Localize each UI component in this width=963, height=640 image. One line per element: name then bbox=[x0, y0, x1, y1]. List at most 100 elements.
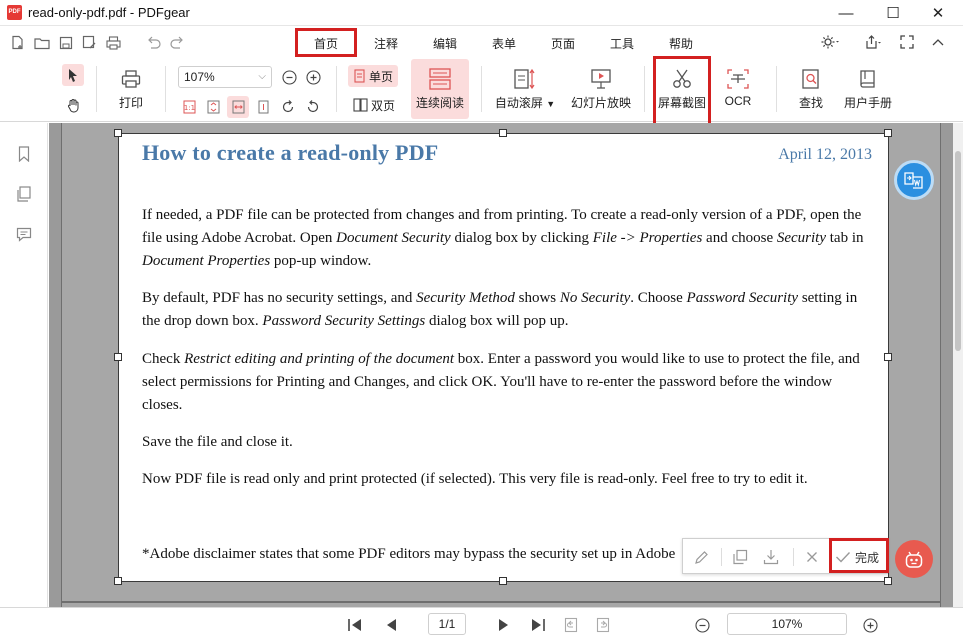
find-button[interactable]: 查找 bbox=[790, 64, 832, 118]
tab-page[interactable]: 页面 bbox=[543, 35, 583, 52]
app-logo-icon: PDF bbox=[7, 5, 22, 20]
document-date: April 12, 2013 bbox=[778, 146, 872, 163]
print-quick-icon[interactable] bbox=[105, 34, 122, 51]
left-sidebar bbox=[0, 123, 48, 622]
thumbnails-icon[interactable] bbox=[14, 184, 34, 204]
redo-icon[interactable] bbox=[169, 34, 186, 51]
window-title: read-only-pdf.pdf - PDFgear bbox=[28, 5, 190, 20]
user-manual-button[interactable]: 用户手册 bbox=[840, 64, 896, 118]
zoom-out-icon[interactable] bbox=[278, 66, 300, 88]
open-folder-icon[interactable] bbox=[33, 34, 50, 51]
paragraph-3: Check Restrict editing and printing of t… bbox=[142, 351, 860, 413]
tab-annotate[interactable]: 注释 bbox=[366, 35, 406, 52]
bookmark-icon[interactable] bbox=[14, 144, 34, 164]
paragraph-2: By default, PDF has no security settings… bbox=[142, 290, 858, 329]
previous-view-icon[interactable] bbox=[561, 615, 581, 635]
ai-assistant-button[interactable] bbox=[895, 540, 933, 578]
tab-form[interactable]: 表单 bbox=[484, 35, 524, 52]
resize-handle-top-left[interactable] bbox=[114, 129, 122, 137]
single-page-button[interactable]: 单页 bbox=[348, 65, 399, 87]
single-page-icon bbox=[354, 69, 365, 83]
resize-handle-bottom-right[interactable] bbox=[884, 577, 892, 585]
highlight-screenshot-button bbox=[653, 56, 711, 126]
fit-page-icon[interactable] bbox=[202, 96, 224, 118]
collapse-ribbon-icon[interactable] bbox=[929, 33, 947, 51]
auto-scroll-button[interactable]: 自动滚屏 ▼ bbox=[492, 64, 558, 118]
new-file-icon[interactable] bbox=[9, 34, 26, 51]
continuous-reading-button[interactable]: 连续阅读 bbox=[411, 59, 469, 119]
status-zoom-input[interactable]: 107% bbox=[727, 613, 847, 635]
download-icon[interactable] bbox=[761, 547, 781, 567]
print-label: 打印 bbox=[118, 96, 143, 110]
resize-handle-top-right[interactable] bbox=[884, 129, 892, 137]
status-zoom-out-icon[interactable] bbox=[692, 615, 712, 635]
rotate-right-icon[interactable] bbox=[277, 96, 299, 118]
minimize-button[interactable]: — bbox=[823, 0, 869, 26]
last-page-icon[interactable] bbox=[528, 615, 548, 635]
highlight-home-tab bbox=[295, 28, 357, 57]
fit-width-icon[interactable] bbox=[227, 96, 249, 118]
slideshow-button[interactable]: 幻灯片放映 bbox=[568, 64, 634, 118]
resize-handle-bottom-left[interactable] bbox=[114, 577, 122, 585]
share-icon[interactable] bbox=[864, 33, 882, 51]
status-bar: 1/1 107% bbox=[0, 607, 963, 640]
close-button[interactable]: ✕ bbox=[915, 0, 961, 26]
svg-text:1:1: 1:1 bbox=[183, 104, 194, 112]
resize-handle-bottom[interactable] bbox=[499, 577, 507, 585]
fullscreen-icon[interactable] bbox=[898, 33, 916, 51]
zoom-in-icon[interactable] bbox=[302, 66, 324, 88]
vertical-scrollbar[interactable] bbox=[953, 123, 963, 607]
ocr-icon bbox=[726, 64, 750, 94]
previous-page-icon[interactable] bbox=[381, 615, 401, 635]
hand-tool-icon[interactable] bbox=[62, 94, 84, 116]
page-number-input[interactable]: 1/1 bbox=[428, 613, 466, 635]
chevron-down-icon: ⌵ bbox=[258, 71, 266, 82]
theme-sun-icon[interactable] bbox=[821, 33, 839, 51]
next-page-icon[interactable] bbox=[494, 615, 514, 635]
maximize-button[interactable]: ☐ bbox=[870, 0, 916, 26]
ribbon-separator bbox=[481, 66, 482, 112]
select-tool-icon[interactable] bbox=[62, 64, 84, 86]
save-icon[interactable] bbox=[57, 34, 74, 51]
double-page-icon bbox=[353, 98, 368, 112]
rotate-left-icon[interactable] bbox=[302, 96, 324, 118]
auto-scroll-icon bbox=[513, 64, 537, 94]
tab-edit[interactable]: 编辑 bbox=[425, 35, 465, 52]
comments-icon[interactable] bbox=[14, 224, 34, 244]
zoom-select[interactable]: 107% ⌵ bbox=[178, 66, 272, 88]
user-manual-label: 用户手册 bbox=[843, 96, 892, 110]
convert-pdf-to-word-button[interactable] bbox=[894, 160, 934, 200]
title-bar: PDF read-only-pdf.pdf - PDFgear — ☐ ✕ bbox=[0, 0, 963, 26]
tab-tools[interactable]: 工具 bbox=[602, 35, 642, 52]
resize-handle-left[interactable] bbox=[114, 353, 122, 361]
undo-icon[interactable] bbox=[145, 34, 162, 51]
ocr-label: OCR bbox=[724, 94, 752, 108]
ocr-button[interactable]: OCR bbox=[716, 64, 760, 118]
ribbon-separator bbox=[644, 66, 645, 112]
pencil-icon[interactable] bbox=[691, 547, 711, 567]
double-page-button[interactable]: 双页 bbox=[348, 94, 400, 116]
toolbar-separator bbox=[793, 548, 794, 566]
printer-icon bbox=[121, 64, 141, 94]
ribbon-separator bbox=[165, 66, 166, 112]
toolbar-separator bbox=[721, 548, 722, 566]
paragraph-4: Save the file and close it. bbox=[142, 434, 293, 450]
continuous-reading-label: 连续阅读 bbox=[415, 96, 464, 110]
next-view-icon[interactable] bbox=[593, 615, 613, 635]
zoom-value: 107% bbox=[184, 70, 215, 84]
cancel-x-icon[interactable] bbox=[802, 547, 822, 567]
scrollbar-thumb[interactable] bbox=[955, 151, 961, 351]
status-zoom-in-icon[interactable] bbox=[860, 615, 880, 635]
menu-bar: 首页 注释 编辑 表单 页面 工具 帮助 bbox=[0, 27, 963, 58]
print-button[interactable]: 打印 bbox=[110, 64, 152, 118]
find-label: 查找 bbox=[798, 96, 823, 110]
fit-height-icon[interactable] bbox=[252, 96, 274, 118]
copy-icon[interactable] bbox=[730, 547, 750, 567]
actual-size-icon[interactable]: 1:1 bbox=[178, 96, 200, 118]
first-page-icon[interactable] bbox=[345, 615, 365, 635]
save-as-icon[interactable] bbox=[81, 34, 98, 51]
resize-handle-right[interactable] bbox=[884, 353, 892, 361]
tab-help[interactable]: 帮助 bbox=[661, 35, 701, 52]
slideshow-icon bbox=[589, 64, 613, 94]
resize-handle-top[interactable] bbox=[499, 129, 507, 137]
